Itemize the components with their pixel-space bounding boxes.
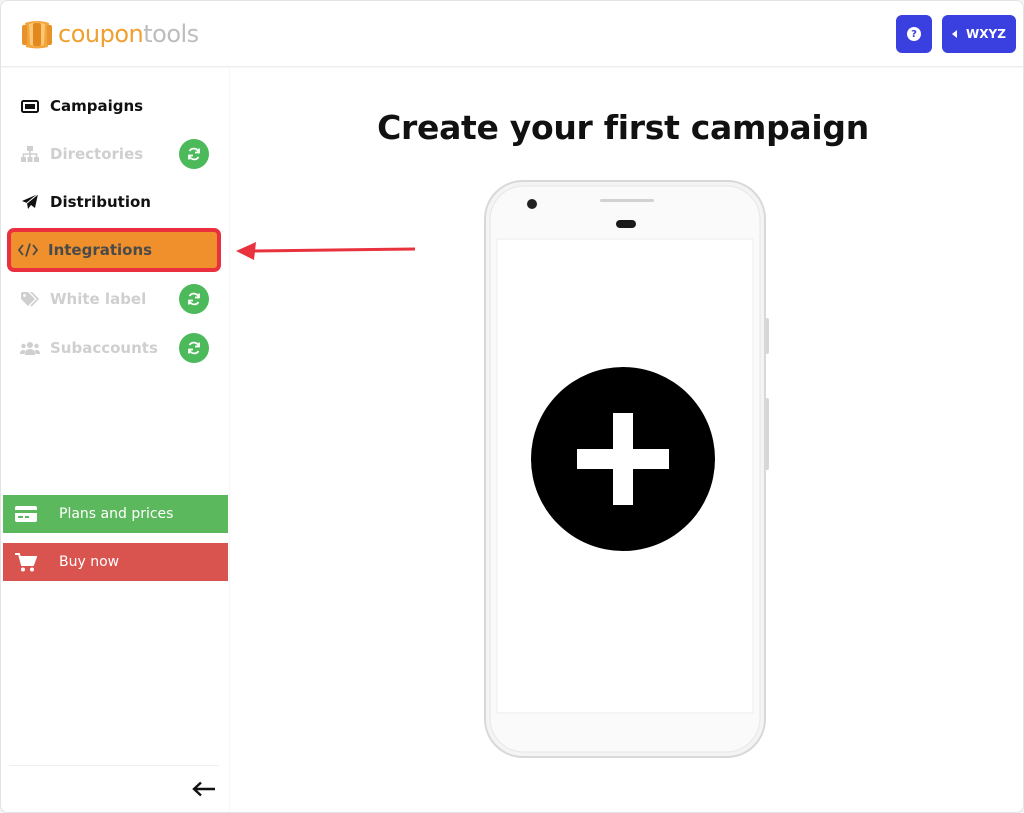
sidebar-item-white-label[interactable]: White label: [9, 281, 219, 317]
sidebar-item-label: Subaccounts: [50, 339, 158, 357]
credit-card-icon: [14, 506, 38, 522]
sidebar-item-label: Directories: [50, 145, 144, 163]
sidebar-item-campaigns[interactable]: Campaigns: [9, 88, 219, 124]
sitemap-icon: [19, 145, 41, 163]
arrow-left-icon[interactable]: [191, 780, 217, 798]
top-header: coupontools ? WXYZ: [1, 1, 1023, 67]
refresh-icon[interactable]: [179, 139, 209, 169]
ticket-icon: [19, 97, 41, 115]
logo-text: coupontools: [58, 20, 199, 48]
page-title: Create your first campaign: [377, 108, 869, 147]
sidebar-item-label: Distribution: [50, 193, 151, 211]
add-campaign-button[interactable]: [531, 367, 715, 551]
annotation-arrow: [236, 242, 416, 260]
sidebar-item-directories[interactable]: Directories: [9, 136, 219, 172]
sidebar-item-distribution[interactable]: Distribution: [9, 184, 219, 220]
main-content: Create your first campaign: [230, 68, 1023, 812]
plans-label: Plans and prices: [59, 506, 174, 522]
coupon-logo-icon: [22, 21, 52, 49]
tags-icon: [19, 290, 41, 308]
sidebar: Campaigns Directories Distribution Integ…: [1, 68, 229, 812]
sidebar-item-label: Campaigns: [50, 97, 144, 115]
buy-label: Buy now: [59, 554, 120, 570]
app-window: coupontools ? WXYZ Campaigns Directories: [0, 0, 1024, 813]
sidebar-item-integrations[interactable]: Integrations: [7, 228, 221, 272]
help-button[interactable]: ?: [896, 15, 932, 53]
user-menu-button[interactable]: WXYZ: [942, 15, 1016, 53]
sidebar-item-subaccounts[interactable]: Subaccounts: [9, 330, 219, 366]
users-icon: [19, 339, 41, 357]
code-icon: [17, 241, 39, 259]
buy-now-button[interactable]: Buy now: [3, 543, 228, 581]
paper-plane-icon: [19, 193, 41, 211]
sidebar-item-label: Integrations: [48, 241, 153, 259]
divider: [9, 765, 219, 766]
sidebar-item-label: White label: [50, 290, 147, 308]
question-icon: ?: [907, 27, 921, 41]
shopping-cart-icon: [14, 552, 38, 572]
caret-left-icon: [952, 30, 958, 38]
user-label: WXYZ: [966, 27, 1006, 41]
logo[interactable]: coupontools: [20, 17, 199, 51]
plans-and-prices-button[interactable]: Plans and prices: [3, 495, 228, 533]
refresh-icon[interactable]: [179, 284, 209, 314]
plus-icon: [577, 413, 669, 505]
refresh-icon[interactable]: [179, 333, 209, 363]
